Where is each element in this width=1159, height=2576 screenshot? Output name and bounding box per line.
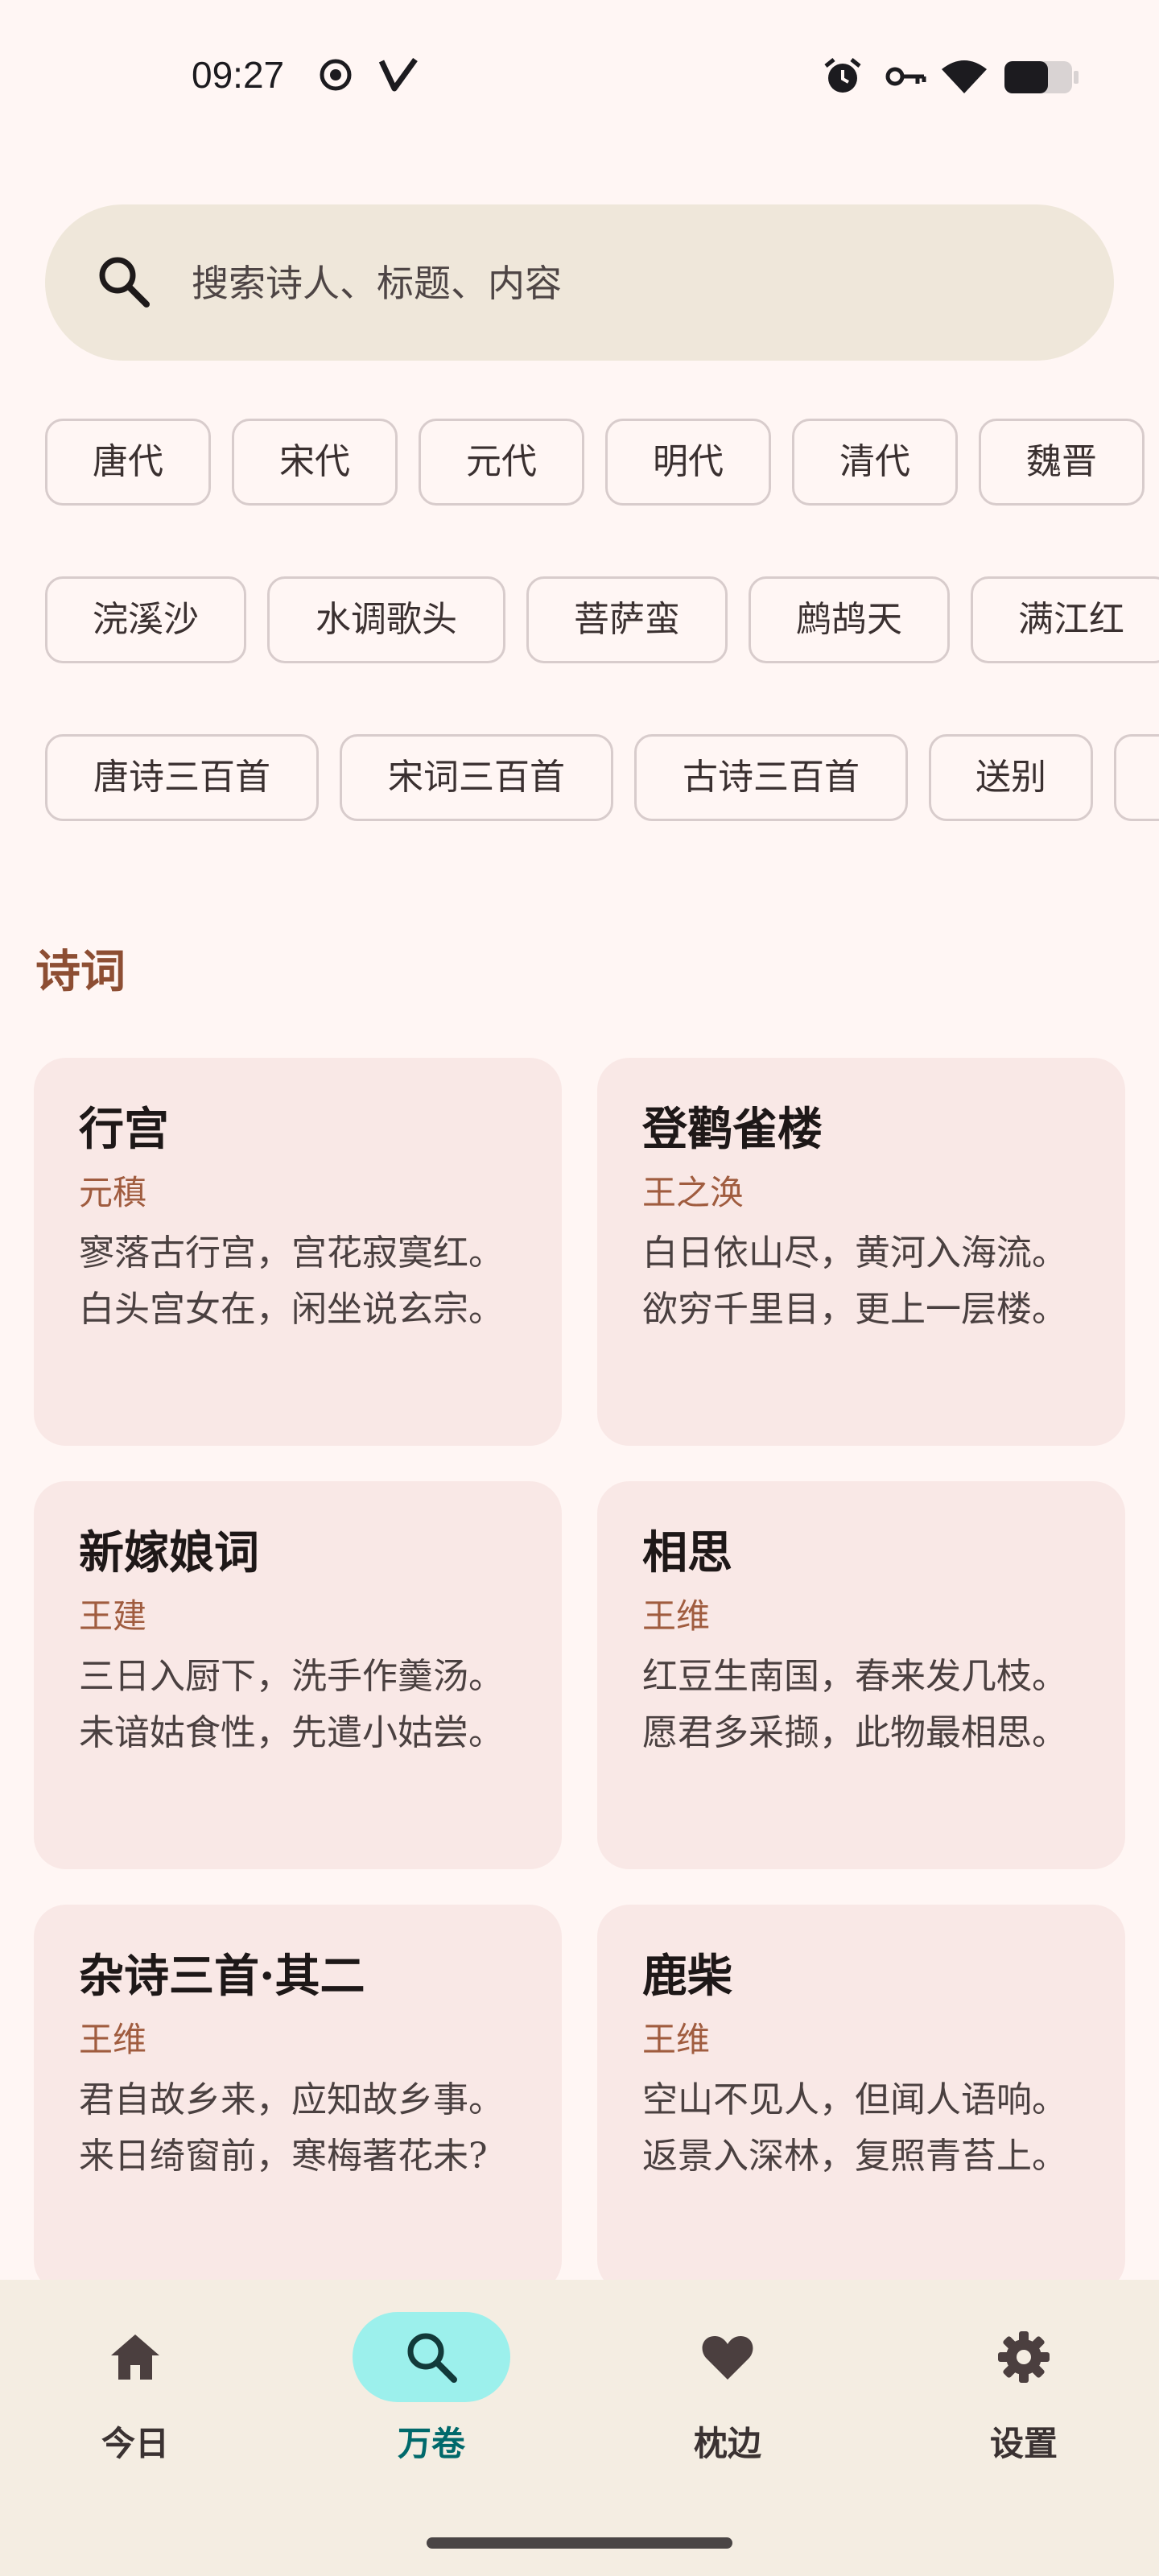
- nav-item-today[interactable]: 今日: [40, 2312, 233, 2473]
- target-icon: [317, 56, 354, 97]
- nav-label: 枕边: [693, 2424, 761, 2463]
- poem-title: 行宫: [79, 1103, 169, 1156]
- poem-excerpt: 君自故乡来，应知故乡事。 来日绮窗前，寒梅著花未?: [79, 2079, 504, 2177]
- poem-author: 王维: [79, 2020, 147, 2059]
- chip-dynasty[interactable]: 明代: [605, 419, 771, 506]
- nav-label: 设置: [989, 2424, 1058, 2463]
- v-icon: [378, 56, 419, 97]
- nav-item-bedside[interactable]: 枕边: [633, 2312, 826, 2473]
- bottom-navigation: 今日 万卷 枕边 设置: [0, 2280, 1159, 2576]
- chip-tune[interactable]: 浣溪沙: [45, 576, 246, 663]
- poem-title: 新嫁娘词: [79, 1526, 259, 1579]
- poem-excerpt: 寥落古行宫，宫花寂寞红。 白头宫女在，闲坐说玄宗。: [79, 1232, 504, 1330]
- section-title: 诗词: [35, 945, 126, 998]
- search-input[interactable]: [190, 237, 1079, 330]
- poem-excerpt: 空山不见人，但闻人语响。 返景入深林，复照青苔上。: [642, 2079, 1067, 2177]
- collection-chips: 唐诗三百首 宋词三百首 古诗三百首 送别: [45, 734, 1159, 824]
- chip-tune[interactable]: 满江红: [971, 576, 1159, 663]
- home-indicator[interactable]: [427, 2537, 732, 2549]
- poem-card[interactable]: 相思 王维 红豆生南国，春来发几枝。 愿君多采撷，此物最相思。: [597, 1481, 1125, 1869]
- poem-excerpt: 红豆生南国，春来发几枝。 愿君多采撷，此物最相思。: [642, 1656, 1067, 1753]
- poem-title: 相思: [642, 1526, 732, 1579]
- poem-title: 登鹳雀楼: [642, 1103, 823, 1156]
- nav-item-library[interactable]: 万卷: [336, 2312, 530, 2473]
- poem-card[interactable]: 行宫 元稹 寥落古行宫，宫花寂寞红。 白头宫女在，闲坐说玄宗。: [34, 1058, 562, 1446]
- poem-card[interactable]: 杂诗三首·其二 王维 君自故乡来，应知故乡事。 来日绮窗前，寒梅著花未?: [34, 1905, 562, 2293]
- poem-title: 杂诗三首·其二: [79, 1950, 365, 2003]
- chip-collection[interactable]: 送别: [929, 734, 1093, 821]
- wifi-icon: [940, 58, 988, 98]
- nav-label: 万卷: [397, 2424, 465, 2463]
- nav-label: 今日: [101, 2424, 169, 2463]
- chip-dynasty[interactable]: 魏晋: [979, 419, 1145, 506]
- chip-collection[interactable]: [1114, 734, 1159, 821]
- home-icon: [111, 2334, 159, 2380]
- poem-author: 王维: [642, 1596, 711, 1636]
- alarm-icon: [823, 56, 863, 100]
- chip-dynasty[interactable]: 唐代: [45, 419, 211, 506]
- poem-author: 王建: [79, 1596, 147, 1636]
- poem-author: 王之涣: [642, 1173, 744, 1212]
- poem-card[interactable]: 鹿柴 王维 空山不见人，但闻人语响。 返景入深林，复照青苔上。: [597, 1905, 1125, 2293]
- poem-excerpt: 白日依山尽，黄河入海流。 欲穷千里目，更上一层楼。: [642, 1232, 1067, 1330]
- poem-author: 王维: [642, 2020, 711, 2059]
- search-bar[interactable]: [45, 204, 1114, 361]
- chip-collection[interactable]: 古诗三百首: [634, 734, 908, 821]
- chip-tune[interactable]: 水调歌头: [267, 576, 505, 663]
- gear-icon: [998, 2331, 1050, 2383]
- status-bar: 09:27: [0, 0, 1159, 161]
- search-icon: [99, 257, 150, 308]
- chip-dynasty[interactable]: 清代: [792, 419, 958, 506]
- poem-card[interactable]: 新嫁娘词 王建 三日入厨下，洗手作羹汤。 未谙姑食性，先遣小姑尝。: [34, 1481, 562, 1869]
- chip-dynasty[interactable]: 元代: [419, 419, 584, 506]
- dynasty-chips: 唐代 宋代 元代 明代 清代 魏晋: [45, 419, 1159, 509]
- nav-item-settings[interactable]: 设置: [929, 2312, 1122, 2473]
- tune-chips: 浣溪沙 水调歌头 菩萨蛮 鹧鸪天 满江红: [45, 576, 1159, 667]
- heart-icon: [702, 2336, 753, 2380]
- poem-title: 鹿柴: [642, 1950, 732, 2003]
- poem-author: 元稹: [79, 1173, 147, 1212]
- chip-collection[interactable]: 宋词三百首: [340, 734, 613, 821]
- chip-tune[interactable]: 鹧鸪天: [749, 576, 950, 663]
- status-time: 09:27: [192, 54, 285, 96]
- poem-excerpt: 三日入厨下，洗手作羹汤。 未谙姑食性，先遣小姑尝。: [79, 1656, 504, 1753]
- key-icon: [885, 64, 927, 92]
- chip-tune[interactable]: 菩萨蛮: [526, 576, 728, 663]
- chip-dynasty[interactable]: 宋代: [232, 419, 398, 506]
- search-icon: [407, 2333, 457, 2383]
- chip-collection[interactable]: 唐诗三百首: [45, 734, 319, 821]
- battery-icon: [1003, 60, 1080, 98]
- poem-card[interactable]: 登鹳雀楼 王之涣 白日依山尽，黄河入海流。 欲穷千里目，更上一层楼。: [597, 1058, 1125, 1446]
